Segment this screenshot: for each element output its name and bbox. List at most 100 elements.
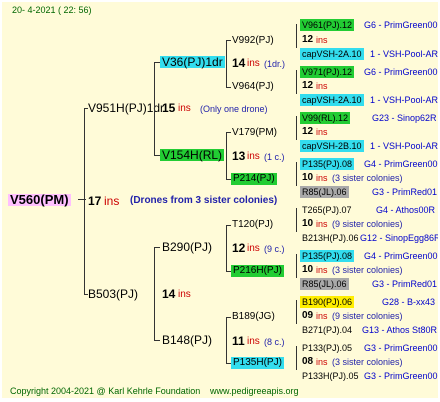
connector <box>296 254 297 278</box>
gen4-queen-8[interactable]: R85(JL).06 <box>300 186 349 198</box>
gen2-ins-value-2: 13 <box>232 149 246 163</box>
gen4-source-12: G3 - PrimRed01 <box>372 279 438 289</box>
connector <box>296 300 297 324</box>
connector <box>296 116 297 140</box>
gen4-queen-15[interactable]: P133(PJ).05 <box>302 342 352 354</box>
website-link[interactable]: www.pedigreeapis.org <box>210 385 299 397</box>
gen2-note-1: (1dr.) <box>264 59 286 69</box>
connector <box>296 208 297 232</box>
connector <box>296 346 297 370</box>
connector <box>154 247 160 248</box>
connector <box>226 317 231 318</box>
gen4-queen-2[interactable]: capVSH-2A.10 <box>300 48 364 60</box>
connector <box>84 108 85 294</box>
gen3-ins-label-6: ins <box>316 265 328 275</box>
gen3-ins-value-1: 12 <box>302 34 314 45</box>
gen3-queen-6[interactable]: P216H(PJ) <box>231 265 284 277</box>
gen2-queen-1[interactable]: V36(PJ)1dr <box>160 56 225 68</box>
connector <box>226 317 227 363</box>
gen3-ins-value-4: 10 <box>302 172 314 183</box>
gen2-note-3: (9 c.) <box>264 244 285 254</box>
gen4-source-15: G3 - PrimGreen00 <box>364 343 438 353</box>
gen4-source-14: G13 - Athos St80R <box>362 325 438 335</box>
sire-ins-label: ins <box>178 103 191 114</box>
gen2-queen-4[interactable]: B148(PJ) <box>162 334 212 346</box>
gen4-source-9: G4 - Athos00R <box>376 205 436 215</box>
gen4-source-4: 1 - VSH-Pool-AR <box>370 95 438 105</box>
gen3-queen-8[interactable]: P135H(PJ) <box>231 357 284 369</box>
date-header: 20- 4-2021 ( 22: 56) <box>12 5 92 15</box>
gen4-source-2: 1 - VSH-Pool-AR <box>370 49 438 59</box>
gen3-note-7: (9 sister colonies) <box>332 311 403 321</box>
gen4-queen-10[interactable]: B213H(PJ).06 <box>302 232 359 244</box>
connector <box>296 162 297 186</box>
connector <box>226 40 231 41</box>
dam-ins-label: ins <box>178 289 191 300</box>
gen3-ins-value-5: 10 <box>302 218 314 229</box>
gen4-source-16: G3 - PrimGreen00 <box>364 371 438 381</box>
gen4-queen-5[interactable]: V99(RL).12 <box>300 112 351 124</box>
gen4-queen-1[interactable]: V961(PJ).12 <box>300 19 355 31</box>
connector <box>296 70 297 94</box>
gen3-queen-4[interactable]: P214(PJ) <box>231 173 277 185</box>
gen3-ins-label-4: ins <box>316 173 328 183</box>
sire-ins-value: 15 <box>162 101 176 115</box>
gen2-ins-label-3: ins <box>247 243 260 254</box>
gen4-source-5: G23 - Sinop62R <box>372 113 437 123</box>
sire-note: (Only one drone) <box>200 104 268 114</box>
gen3-ins-label-8: ins <box>316 357 328 367</box>
gen2-note-4: (8 c.) <box>264 337 285 347</box>
gen3-queen-5[interactable]: T120(PJ) <box>232 219 273 231</box>
gen4-queen-4[interactable]: capVSH-2A.10 <box>300 94 364 106</box>
gen3-ins-label-1: ins <box>316 35 328 45</box>
gen3-ins-value-7: 09 <box>302 310 314 321</box>
gen4-queen-11[interactable]: P135(PJ).08 <box>300 250 355 262</box>
gen2-queen-3[interactable]: B290(PJ) <box>162 241 212 253</box>
gen2-ins-value-3: 12 <box>232 241 246 255</box>
gen4-source-8: G3 - PrimRed01 <box>372 187 438 197</box>
gen4-queen-9[interactable]: T265(PJ).07 <box>302 204 352 216</box>
gen3-queen-7[interactable]: B189(JG) <box>232 311 275 323</box>
gen3-ins-label-5: ins <box>316 219 328 229</box>
gen4-queen-7[interactable]: P135(PJ).08 <box>300 158 355 170</box>
gen3-ins-value-3: 12 <box>302 126 314 137</box>
gen4-queen-3[interactable]: V971(PJ).12 <box>300 66 355 78</box>
gen3-ins-label-2: ins <box>316 81 328 91</box>
gen3-queen-1[interactable]: V992(PJ) <box>232 35 274 47</box>
connector <box>226 225 227 271</box>
gen3-ins-value-8: 08 <box>302 356 314 367</box>
connector <box>154 340 160 341</box>
gen3-ins-label-7: ins <box>316 311 328 321</box>
gen3-queen-3[interactable]: V179(PM) <box>232 127 277 139</box>
gen4-source-7: G4 - PrimGreen00 <box>364 159 438 169</box>
connector <box>226 225 231 226</box>
gen4-queen-16[interactable]: P133H(PJ).05 <box>302 370 359 382</box>
gen4-queen-14[interactable]: B271(PJ).04 <box>302 324 352 336</box>
sire-queen[interactable]: V951H(PJ)1dr <box>88 102 164 114</box>
root-ins-label: ins <box>104 194 120 208</box>
gen4-source-3: G6 - PrimGreen00 <box>364 67 438 77</box>
gen3-note-8: (3 sister colonies) <box>332 357 403 367</box>
pedigree-chart: 20- 4-2021 ( 22: 56) V560(PM) 17 ins (Dr… <box>2 2 438 398</box>
gen3-queen-2[interactable]: V964(PJ) <box>232 81 274 93</box>
dam-queen[interactable]: B503(PJ) <box>88 288 138 300</box>
gen3-note-4: (3 sister colonies) <box>332 173 403 183</box>
gen4-queen-12[interactable]: R85(JL).06 <box>300 278 349 290</box>
connector <box>226 132 231 133</box>
connector <box>226 40 227 87</box>
gen3-ins-value-6: 10 <box>302 264 314 275</box>
gen4-source-10: G12 - SinopEgg86R <box>360 233 438 243</box>
root-note: (Drones from 3 sister colonies) <box>130 195 278 206</box>
gen3-note-6: (3 sister colonies) <box>332 265 403 275</box>
gen4-queen-13[interactable]: B190(PJ).06 <box>300 296 355 308</box>
gen3-note-5: (9 sister colonies) <box>332 219 403 229</box>
gen4-source-6: 1 - VSH-Pool-AR <box>370 141 438 151</box>
gen4-queen-6[interactable]: capVSH-2B.10 <box>300 140 364 152</box>
root-queen[interactable]: V560(PM) <box>8 193 71 206</box>
gen2-ins-value-4: 11 <box>232 334 245 348</box>
connector <box>154 247 155 340</box>
gen2-queen-2[interactable]: V154H(RL) <box>160 149 225 161</box>
gen2-ins-label-4: ins <box>247 336 260 347</box>
connector <box>296 24 297 48</box>
gen4-source-13: G28 - B-xx43 <box>382 297 436 307</box>
